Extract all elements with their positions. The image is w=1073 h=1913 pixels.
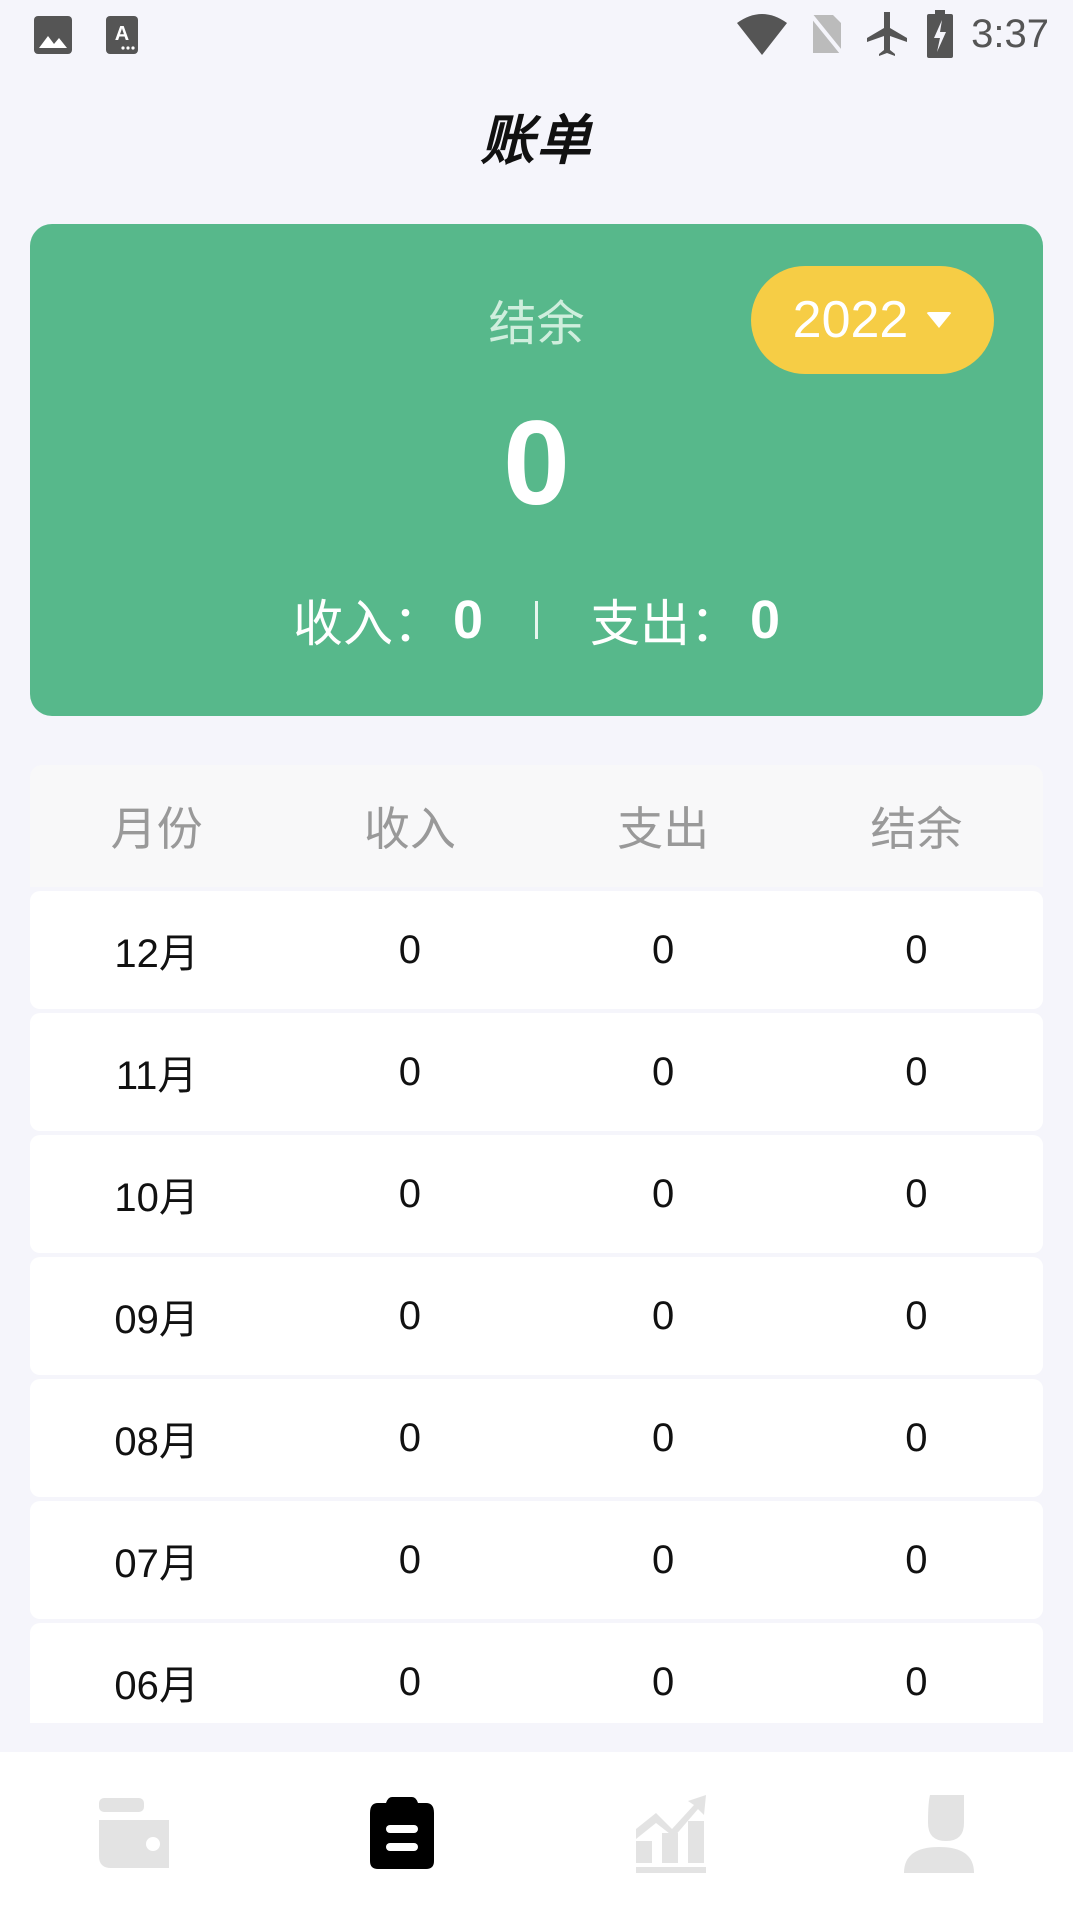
wallet-icon: [99, 1797, 170, 1868]
user-icon: [903, 1794, 974, 1873]
income-label: 收入：: [292, 595, 443, 653]
cell-income: 0: [398, 1049, 421, 1094]
status-time: 3:37: [971, 11, 1049, 56]
cell-balance: 0: [905, 1537, 928, 1582]
income-value: 0: [452, 590, 483, 650]
cell-income: 0: [398, 1415, 421, 1460]
totals-divider: [535, 601, 538, 639]
table-row[interactable]: 06月 0 0 0: [30, 1623, 1043, 1723]
no-sim-icon: [809, 13, 847, 57]
tab-bills[interactable]: [268, 1773, 536, 1893]
header-month: 月份: [110, 802, 203, 856]
cell-expense: 0: [652, 927, 675, 972]
expense-value: 0: [750, 590, 781, 650]
cell-month: 08月: [114, 1420, 199, 1464]
cell-income: 0: [398, 927, 421, 972]
cell-expense: 0: [652, 1415, 675, 1460]
expense-label: 支出：: [590, 595, 740, 653]
bottom-tab-bar: [0, 1752, 1073, 1913]
cell-expense: 0: [652, 1537, 675, 1582]
status-bar: A 3:37: [0, 0, 1073, 72]
tab-profile[interactable]: [805, 1773, 1073, 1893]
cell-balance: 0: [905, 927, 928, 972]
cell-expense: 0: [652, 1293, 675, 1338]
table-row[interactable]: 10月 0 0 0: [30, 1135, 1043, 1253]
cell-expense: 0: [652, 1171, 675, 1216]
wifi-icon: [737, 14, 788, 55]
cell-income: 0: [398, 1659, 421, 1704]
tab-wallet[interactable]: [0, 1773, 268, 1893]
header-income: 收入: [363, 802, 456, 856]
table-row[interactable]: 09月 0 0 0: [30, 1257, 1043, 1375]
cell-balance: 0: [905, 1171, 928, 1216]
cell-month: 11月: [115, 1054, 198, 1098]
year-value: 2022: [792, 291, 909, 349]
cell-income: 0: [398, 1537, 421, 1582]
table-row[interactable]: 12月 0 0 0: [30, 891, 1043, 1009]
table-row[interactable]: 08月 0 0 0: [30, 1379, 1043, 1497]
cell-expense: 0: [652, 1049, 675, 1094]
table-row[interactable]: 11月 0 0 0: [30, 1013, 1043, 1131]
cell-balance: 0: [905, 1293, 928, 1338]
tab-stats[interactable]: [537, 1773, 805, 1893]
monthly-table: 月份 收入 支出 结余 12月 0 0 0 11月 0 0 0 10月 0 0 …: [30, 765, 1043, 1723]
cell-month: 12月: [114, 932, 199, 976]
clipboard-icon: [370, 1796, 435, 1869]
cell-month: 07月: [114, 1542, 199, 1586]
table-row[interactable]: 07月 0 0 0: [30, 1501, 1043, 1619]
battery-charging-icon: [927, 10, 954, 58]
summary-card: 结余 2022 0 收入： 0 支出： 0: [30, 224, 1043, 716]
cell-expense: 0: [652, 1659, 675, 1704]
airplane-icon: [867, 12, 908, 56]
header-expense: 支出: [617, 802, 710, 856]
cell-balance: 0: [905, 1049, 928, 1094]
cell-income: 0: [398, 1171, 421, 1216]
table-header: 月份 收入 支出 结余: [30, 765, 1043, 887]
image-icon: [34, 16, 72, 54]
cell-month: 06月: [114, 1664, 199, 1708]
caret-down-icon: [926, 312, 953, 328]
header-balance: 结余: [870, 802, 963, 856]
chart-growth-icon: [635, 1794, 706, 1873]
year-selector-button[interactable]: 2022: [751, 266, 994, 374]
page-title: 账单: [480, 109, 593, 172]
text-a-icon: A: [106, 16, 138, 54]
cell-balance: 0: [905, 1415, 928, 1460]
cell-income: 0: [398, 1293, 421, 1338]
totals-row: 收入： 0 支出： 0: [30, 584, 1043, 656]
balance-value: 0: [503, 396, 570, 530]
cell-month: 09月: [114, 1298, 199, 1342]
svg-text:A: A: [115, 23, 129, 45]
cell-balance: 0: [905, 1659, 928, 1704]
cell-month: 10月: [114, 1176, 199, 1220]
